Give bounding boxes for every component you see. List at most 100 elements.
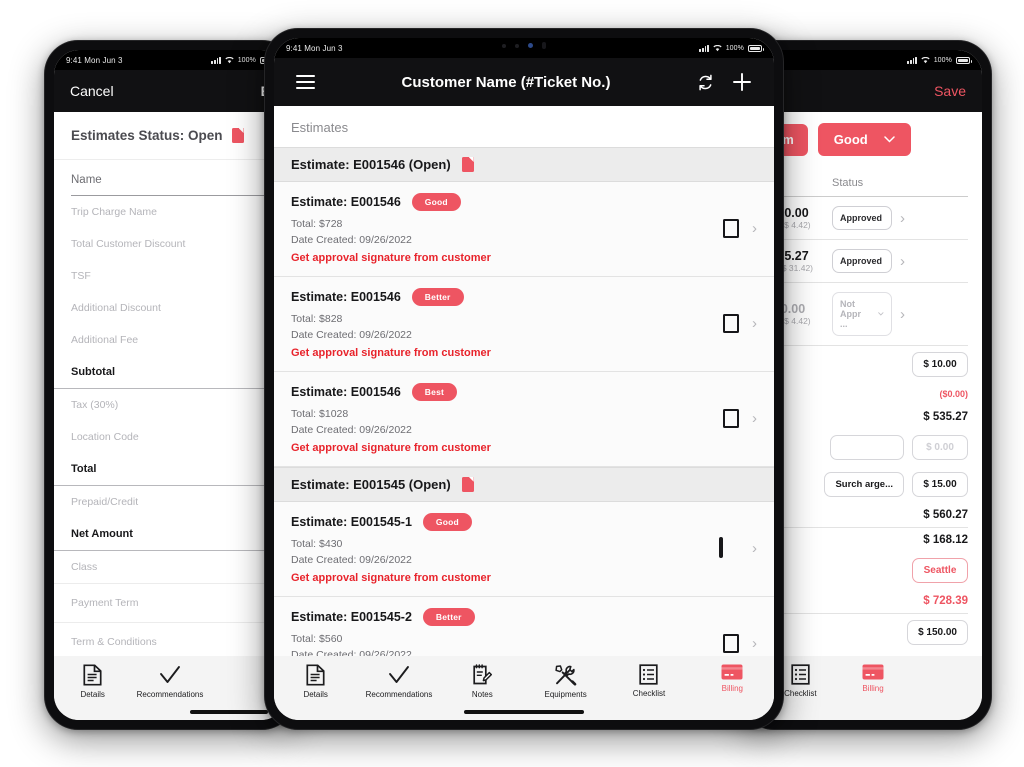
estimate-group-header[interactable]: Estimate: E001546 (Open) — [274, 147, 774, 182]
tablet-device-center: 9:41 Mon Jun 3 100% Customer Name (#Tick… — [264, 28, 784, 730]
sidebar-item-equipments[interactable]: Equipments — [524, 664, 607, 699]
status-dropdown[interactable]: Not Appr ... — [832, 292, 892, 336]
tab-label: Checklist — [784, 689, 817, 698]
sidebar-item-billing[interactable]: Billing — [837, 664, 910, 693]
sidebar-item-checklist[interactable]: Checklist — [607, 664, 690, 698]
plus-icon[interactable] — [732, 72, 752, 92]
field-row[interactable]: Total — [54, 453, 286, 486]
estimate-title-row: Estimate: E001546 Best — [291, 382, 713, 401]
estimates-status-title: Estimates Status: Open — [54, 112, 286, 160]
document-icon — [231, 128, 244, 143]
field-row[interactable]: Additional Fee — [54, 324, 286, 356]
document-icon — [306, 664, 325, 686]
chevron-down-icon — [878, 312, 884, 316]
sidebar-item-details[interactable]: Details — [54, 664, 131, 699]
home-indicator[interactable] — [464, 710, 584, 714]
field-row[interactable]: TSF — [54, 260, 286, 292]
estimate-list-item[interactable]: Estimate: E001546 Good Total: $728 Date Cre… — [274, 182, 774, 277]
location-chip[interactable]: Seattle — [912, 558, 968, 583]
sidebar-item-billing[interactable]: Billing — [691, 664, 774, 693]
approval-warning: Get approval signature from customer — [291, 441, 491, 454]
summary-value-chip[interactable]: $ 0.00 — [912, 435, 968, 460]
document-icon[interactable] — [461, 157, 474, 172]
refresh-icon[interactable] — [697, 74, 714, 91]
field-list: Trip Charge Name Total Customer Discount T… — [54, 196, 286, 701]
checkbox-icon[interactable] — [723, 633, 739, 653]
estimate-actions: › — [713, 408, 757, 428]
status-dropdown[interactable]: Approved — [832, 206, 892, 230]
estimate-list-item[interactable]: Estimate: E001546 Best Total: $1028 Date Cr… — [274, 371, 774, 467]
hamburger-icon[interactable] — [296, 75, 315, 89]
field-row[interactable]: Location Code — [54, 421, 286, 453]
sidebar-item-recommendations[interactable]: Recommendations — [357, 664, 440, 699]
chevron-right-icon[interactable]: › — [900, 306, 905, 323]
estimate-id: Estimate: E001545-2 — [291, 609, 412, 624]
chevron-right-icon[interactable]: › — [900, 210, 905, 227]
estimate-actions: › — [713, 633, 757, 653]
approval-warning: Get approval signature from customer — [291, 251, 491, 264]
tier-dropdown[interactable]: Good — [817, 123, 911, 156]
estimate-list-item[interactable]: Estimate: E001546 Better Total: $828 Date C… — [274, 276, 774, 372]
estimate-date: Date Created: 09/26/2022 — [291, 328, 412, 341]
chevron-right-icon[interactable]: › — [752, 410, 757, 427]
summary-label-chip[interactable]: Surch arge... — [824, 472, 904, 497]
field-row[interactable]: Net Amount — [54, 518, 286, 551]
sidebar-item-recommendations[interactable]: Recommendations — [131, 664, 208, 699]
screenshot-stage: 9:41 Mon Jun 3 100% Cancel E Estimates S… — [0, 0, 1024, 767]
field-row[interactable]: Class — [54, 551, 286, 584]
left-tab-bar: Details Recommendations — [54, 656, 286, 720]
field-row[interactable]: Tax (30%) — [54, 389, 286, 421]
home-indicator[interactable] — [190, 710, 268, 714]
center-screen: 9:41 Mon Jun 3 100% Customer Name (#Tick… — [274, 38, 774, 720]
checkbox-icon[interactable] — [723, 218, 739, 238]
summary-chip[interactable]: $ 10.00 — [912, 352, 968, 377]
field-row[interactable]: Payment Term — [54, 584, 286, 623]
estimate-actions: › — [713, 218, 757, 238]
estimate-actions: › — [713, 313, 757, 333]
chevron-right-icon[interactable]: › — [752, 220, 757, 237]
field-row[interactable]: Additional Discount — [54, 292, 286, 324]
monitor-icon[interactable] — [719, 536, 739, 558]
field-label: Location Code — [71, 431, 139, 443]
summary-chip[interactable]: $ 150.00 — [907, 620, 968, 645]
estimate-date: Date Created: 09/26/2022 — [291, 553, 412, 566]
billing-table-row[interactable]: $ 315.27 ($ 31.42) Approved › — [760, 240, 968, 283]
summary-amount: $ 560.27 — [923, 509, 968, 521]
estimate-title-row: Estimate: E001545-1 Good — [291, 512, 709, 531]
estimate-id: Estimate: E001546 — [291, 384, 401, 399]
document-icon[interactable] — [461, 476, 474, 492]
field-row[interactable]: Total Customer Discount — [54, 228, 286, 260]
field-row[interactable]: Subtotal — [54, 356, 286, 389]
summary-value-chip[interactable]: $ 15.00 — [912, 472, 968, 497]
estimate-list-item[interactable]: Estimate: E001545-1 Good Total: $430 Date C… — [274, 501, 774, 597]
sidebar-item-details[interactable]: Details — [274, 664, 357, 699]
billing-summary-line: Seattle — [760, 552, 968, 589]
center-tab-bar: Details Recommendations Notes Equipments… — [274, 656, 774, 720]
tab-label: Recommendations — [136, 690, 204, 699]
row-status-cell: Approved › — [832, 206, 968, 230]
sidebar-item-notes[interactable]: Notes — [441, 664, 524, 699]
status-dropdown[interactable]: Approved — [832, 249, 892, 273]
cancel-button[interactable]: Cancel — [70, 83, 114, 99]
front-camera-array — [502, 42, 546, 49]
summary-label-chip[interactable] — [830, 435, 904, 460]
tab-label: Details — [303, 690, 328, 699]
checkbox-icon[interactable] — [723, 408, 739, 428]
chevron-right-icon[interactable]: › — [752, 635, 757, 652]
checkbox-icon[interactable] — [723, 313, 739, 333]
chevron-right-icon[interactable]: › — [752, 315, 757, 332]
field-row[interactable]: Prepaid/Credit — [54, 486, 286, 518]
field-row[interactable]: Trip Charge Name — [54, 196, 286, 228]
chevron-right-icon[interactable]: › — [752, 540, 757, 557]
billing-table-row[interactable]: $220.00($ 4.42)Not Appr ...› — [760, 283, 968, 346]
estimate-title-row: Estimate: E001546 Better — [291, 287, 713, 306]
chevron-right-icon[interactable]: › — [900, 253, 905, 270]
estimate-group-header[interactable]: Estimate: E001545 (Open) — [274, 466, 774, 502]
tab-label: Billing — [721, 684, 743, 693]
save-button[interactable]: Save — [934, 83, 966, 99]
tier-badge: Better — [422, 607, 475, 626]
billing-table-row[interactable]: $ 220.00 ($ 4.42) Approved › — [760, 197, 968, 240]
status-dropdown-value: Approved — [840, 213, 883, 223]
billing-icon — [721, 664, 743, 680]
checklist-icon — [791, 664, 810, 685]
